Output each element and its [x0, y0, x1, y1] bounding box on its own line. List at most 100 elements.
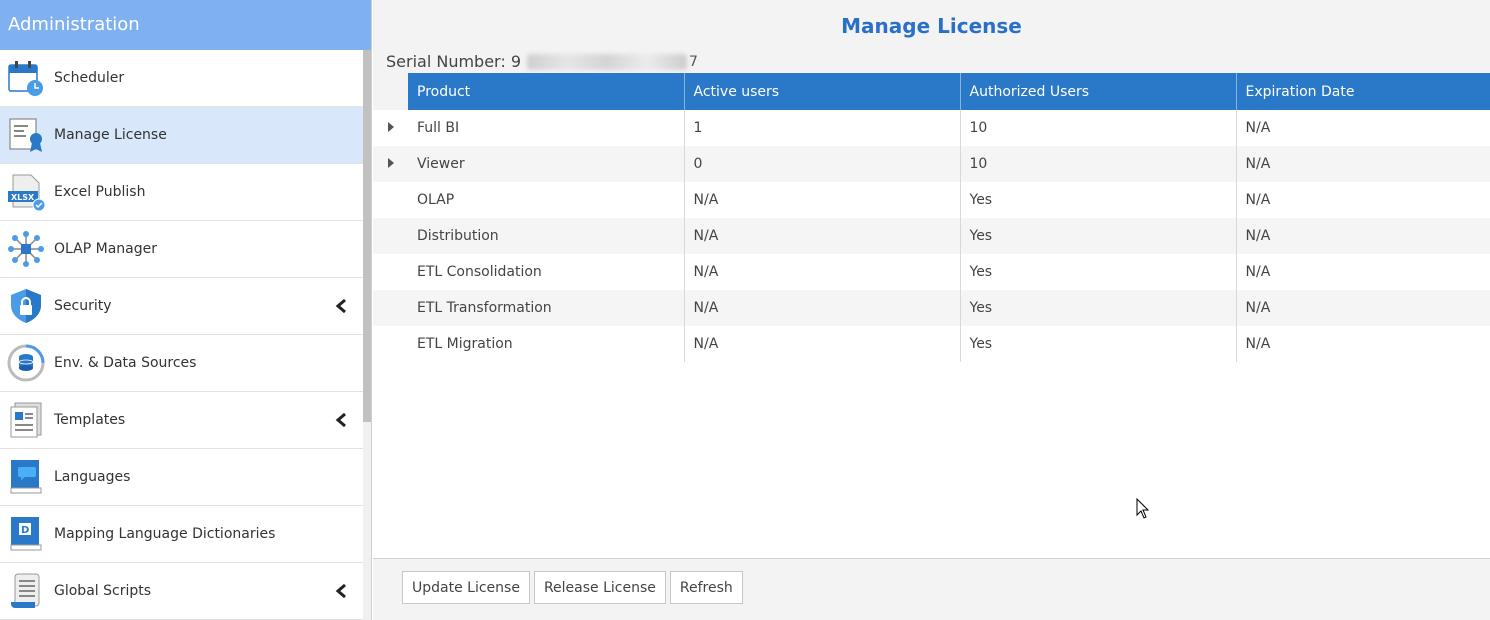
cell-authorized-users: Yes: [960, 290, 1237, 326]
serial-number-label: Serial Number: 9: [386, 52, 522, 71]
table-row[interactable]: ETL Migration N/A Yes N/A: [373, 326, 1490, 362]
cell-expiration-date: N/A: [1245, 192, 1271, 208]
sidebar-item-label: Security: [54, 298, 112, 314]
caret-right-icon[interactable]: [387, 158, 394, 168]
shield-lock-icon: [7, 287, 45, 325]
sidebar-item-label: Scheduler: [54, 70, 125, 86]
cell-expiration-date: N/A: [1236, 146, 1490, 182]
table-header-row: Product Active users Authorized Users Ex…: [373, 73, 1490, 110]
sidebar-item-label: Mapping Language Dictionaries: [54, 526, 276, 542]
language-book-icon: [7, 458, 45, 496]
cell-expiration-date: N/A: [1245, 336, 1271, 352]
sidebar-item-label: Manage License: [54, 127, 167, 143]
expand-row-toggle[interactable]: [373, 146, 408, 182]
refresh-button[interactable]: Refresh: [669, 571, 743, 604]
cell-authorized-users: 10: [960, 110, 1237, 146]
cell-authorized-users: Yes: [960, 182, 1237, 218]
column-header-product[interactable]: Product: [408, 73, 685, 110]
table-row[interactable]: Full BI 1 10 N/A: [373, 110, 1490, 146]
calendar-clock-icon: [7, 59, 45, 97]
cell-active-users: N/A: [684, 218, 961, 254]
expander-header: [373, 73, 408, 110]
expander-empty: [373, 326, 408, 362]
table-row[interactable]: OLAP N/A Yes N/A: [373, 182, 1490, 218]
caret-right-icon[interactable]: [387, 122, 394, 132]
sidebar-item-env-data-sources[interactable]: Env. & Data Sources: [0, 335, 363, 392]
license-actions: Update License Release License Refresh: [402, 571, 743, 604]
cell-product: ETL Consolidation: [408, 254, 685, 290]
expander-empty: [373, 218, 408, 254]
sidebar-item-scheduler[interactable]: Scheduler: [0, 50, 363, 107]
serial-number-redacted: [527, 53, 688, 70]
serial-number: Serial Number: 9 7: [386, 52, 698, 71]
admin-sidebar: Administration Scheduler Manage License …: [0, 0, 372, 620]
column-header-expiration-date[interactable]: Expiration Date: [1236, 73, 1490, 110]
template-document-icon: [7, 401, 45, 439]
sidebar-title: Administration: [0, 0, 371, 50]
svg-text:XLSX: XLSX: [11, 193, 35, 202]
sidebar-item-label: OLAP Manager: [54, 241, 157, 257]
sidebar-nav: Scheduler Manage License XLSX Excel Publ…: [0, 50, 363, 620]
expander-empty: [373, 254, 408, 290]
serial-number-tail: 7: [689, 53, 698, 70]
cell-authorized-users: Yes: [960, 218, 1237, 254]
sidebar-item-templates[interactable]: Templates: [0, 392, 363, 449]
cell-expiration-date: N/A: [1236, 290, 1490, 326]
sidebar-item-excel-publish[interactable]: XLSX Excel Publish: [0, 164, 363, 221]
cell-authorized-users: Yes: [960, 326, 1237, 362]
cell-active-users: N/A: [684, 326, 961, 362]
scrollbar-thumb[interactable]: [363, 50, 371, 422]
cell-expiration-date: N/A: [1236, 218, 1490, 254]
cell-authorized-users: Yes: [960, 254, 1237, 290]
license-grid: Product Active users Authorized Users Ex…: [373, 73, 1490, 559]
sidebar-item-manage-license[interactable]: Manage License: [0, 107, 363, 164]
column-header-authorized-users[interactable]: Authorized Users: [960, 73, 1237, 110]
table-row[interactable]: ETL Transformation N/A Yes N/A: [373, 290, 1490, 326]
cell-product: Distribution: [408, 218, 685, 254]
expander-empty: [373, 290, 408, 326]
cell-active-users: N/A: [684, 254, 961, 290]
sidebar-item-label: Global Scripts: [54, 583, 152, 599]
xlsx-file-icon: XLSX: [7, 173, 46, 212]
sidebar-item-security[interactable]: Security: [0, 278, 363, 335]
column-header-active-users[interactable]: Active users: [684, 73, 961, 110]
svg-text:D: D: [21, 525, 29, 536]
sidebar-scrollbar[interactable]: [363, 50, 371, 620]
cell-active-users: 1: [684, 110, 961, 146]
license-table: Product Active users Authorized Users Ex…: [373, 73, 1490, 362]
chevron-left-icon[interactable]: [335, 583, 347, 599]
chevron-left-icon[interactable]: [335, 412, 347, 428]
cell-product: Full BI: [408, 110, 685, 146]
mouse-pointer-icon: [1136, 498, 1150, 519]
sidebar-item-label: Excel Publish: [54, 184, 146, 200]
expand-row-toggle[interactable]: [373, 110, 408, 146]
table-row[interactable]: Distribution N/A Yes N/A: [373, 218, 1490, 254]
cell-expiration-date: N/A: [1245, 120, 1271, 136]
license-certificate-icon: [7, 116, 45, 154]
chevron-left-icon[interactable]: [335, 298, 347, 314]
cell-active-users: 0: [684, 146, 961, 182]
sidebar-item-global-scripts[interactable]: Global Scripts: [0, 563, 363, 620]
database-icon: [7, 344, 45, 382]
table-row[interactable]: Viewer 0 10 N/A: [373, 146, 1490, 182]
cell-active-users: N/A: [684, 182, 961, 218]
main-panel: Manage License Serial Number: 9 7 Produc…: [373, 0, 1490, 620]
update-license-button[interactable]: Update License: [402, 571, 530, 604]
sidebar-item-mapping-language-dictionaries[interactable]: D Mapping Language Dictionaries: [0, 506, 363, 563]
cell-product: ETL Transformation: [408, 290, 685, 326]
script-scroll-icon: [7, 572, 45, 610]
cell-expiration-date: N/A: [1245, 264, 1271, 280]
sidebar-item-languages[interactable]: Languages: [0, 449, 363, 506]
sidebar-item-label: Languages: [54, 469, 131, 485]
dictionary-book-icon: D: [7, 515, 45, 553]
cell-product: OLAP: [408, 182, 685, 218]
cell-authorized-users: 10: [960, 146, 1237, 182]
expander-empty: [373, 182, 408, 218]
sidebar-item-label: Templates: [54, 412, 126, 428]
cell-active-users: N/A: [684, 290, 961, 326]
sidebar-item-olap-manager[interactable]: OLAP Manager: [0, 221, 363, 278]
release-license-button[interactable]: Release License: [533, 571, 666, 604]
cell-product: Viewer: [408, 146, 685, 182]
table-row[interactable]: ETL Consolidation N/A Yes N/A: [373, 254, 1490, 290]
olap-network-icon: [7, 230, 45, 268]
